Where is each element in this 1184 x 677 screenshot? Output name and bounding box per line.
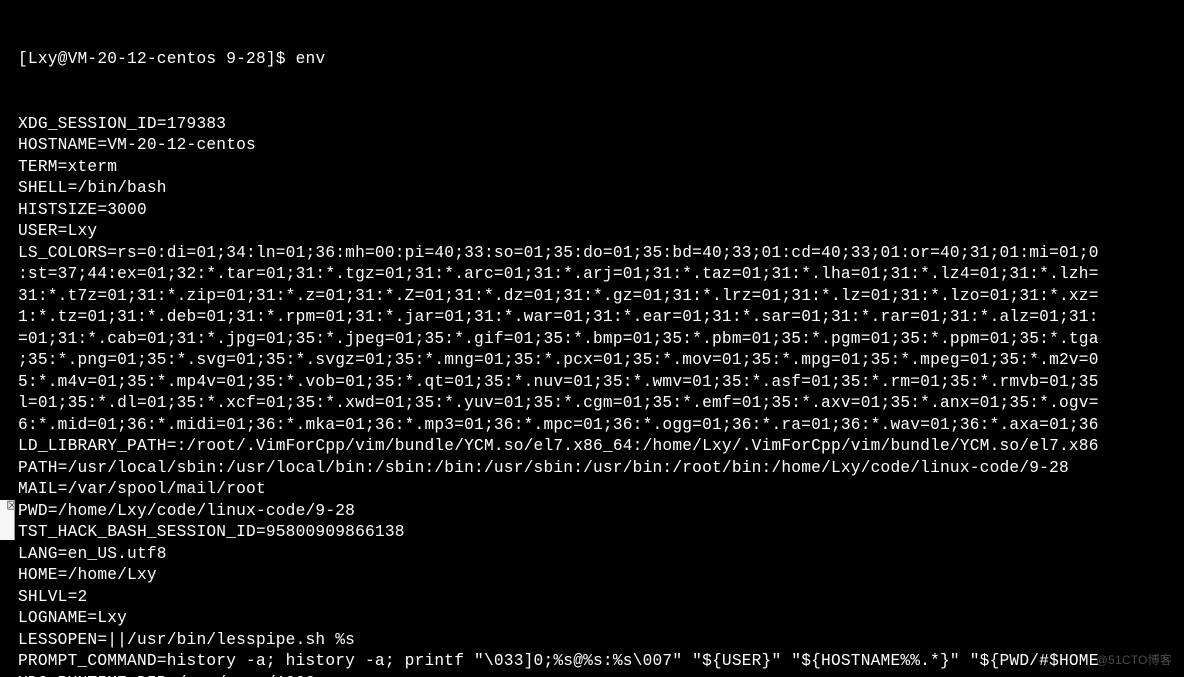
output-line: SHELL=/bin/bash [18,178,1184,200]
output-line: LS_COLORS=rs=0:di=01;34:ln=01;36:mh=00:p… [18,243,1184,265]
output-line: =01;31:*.cab=01;31:*.jpg=01;35:*.jpeg=01… [18,329,1184,351]
output-line: HISTSIZE=3000 [18,200,1184,222]
output-line: LANG=en_US.utf8 [18,544,1184,566]
output-line: l=01;35:*.dl=01;35:*.xcf=01;35:*.xwd=01;… [18,393,1184,415]
output-line: 5:*.m4v=01;35:*.mp4v=01;35:*.vob=01;35:*… [18,372,1184,394]
output-line: HOSTNAME=VM-20-12-centos [18,135,1184,157]
output-line: MAIL=/var/spool/mail/root [18,479,1184,501]
output-line: XDG_SESSION_ID=179383 [18,114,1184,136]
output-line: LESSOPEN=||/usr/bin/lesspipe.sh %s [18,630,1184,652]
output-line: 1:*.tz=01;31:*.deb=01;31:*.rpm=01;31:*.j… [18,307,1184,329]
output-line: :st=37;44:ex=01;32:*.tar=01;31:*.tgz=01;… [18,264,1184,286]
output-line: 6:*.mid=01;36:*.midi=01;36:*.mka=01;36:*… [18,415,1184,437]
output-line: LOGNAME=Lxy [18,608,1184,630]
output-line: 31:*.t7z=01;31:*.zip=01;31:*.z=01;31:*.Z… [18,286,1184,308]
output-line: XDG_RUNTIME_DIR=/run/user/1000 [18,673,1184,677]
output-line: PROMPT_COMMAND=history -a; history -a; p… [18,651,1184,673]
output-line: PATH=/usr/local/sbin:/usr/local/bin:/sbi… [18,458,1184,480]
env-output: XDG_SESSION_ID=179383HOSTNAME=VM-20-12-c… [18,114,1184,677]
output-line: USER=Lxy [18,221,1184,243]
command-line: [Lxy@VM-20-12-centos 9-28]$ env [18,49,1184,71]
output-line: HOME=/home/Lxy [18,565,1184,587]
output-line: PWD=/home/Lxy/code/linux-code/9-28 [18,501,1184,523]
cropped-sidebar-fragment: 区 [0,500,15,540]
output-line: ;35:*.png=01;35:*.svg=01;35:*.svgz=01;35… [18,350,1184,372]
output-line: TERM=xterm [18,157,1184,179]
output-line: SHLVL=2 [18,587,1184,609]
typed-command: env [296,50,326,68]
output-line: LD_LIBRARY_PATH=:/root/.VimForCpp/vim/bu… [18,436,1184,458]
shell-prompt: [Lxy@VM-20-12-centos 9-28]$ [18,50,296,68]
output-line: TST_HACK_BASH_SESSION_ID=95800909866138 [18,522,1184,544]
terminal-window[interactable]: [Lxy@VM-20-12-centos 9-28]$ env XDG_SESS… [0,0,1184,677]
